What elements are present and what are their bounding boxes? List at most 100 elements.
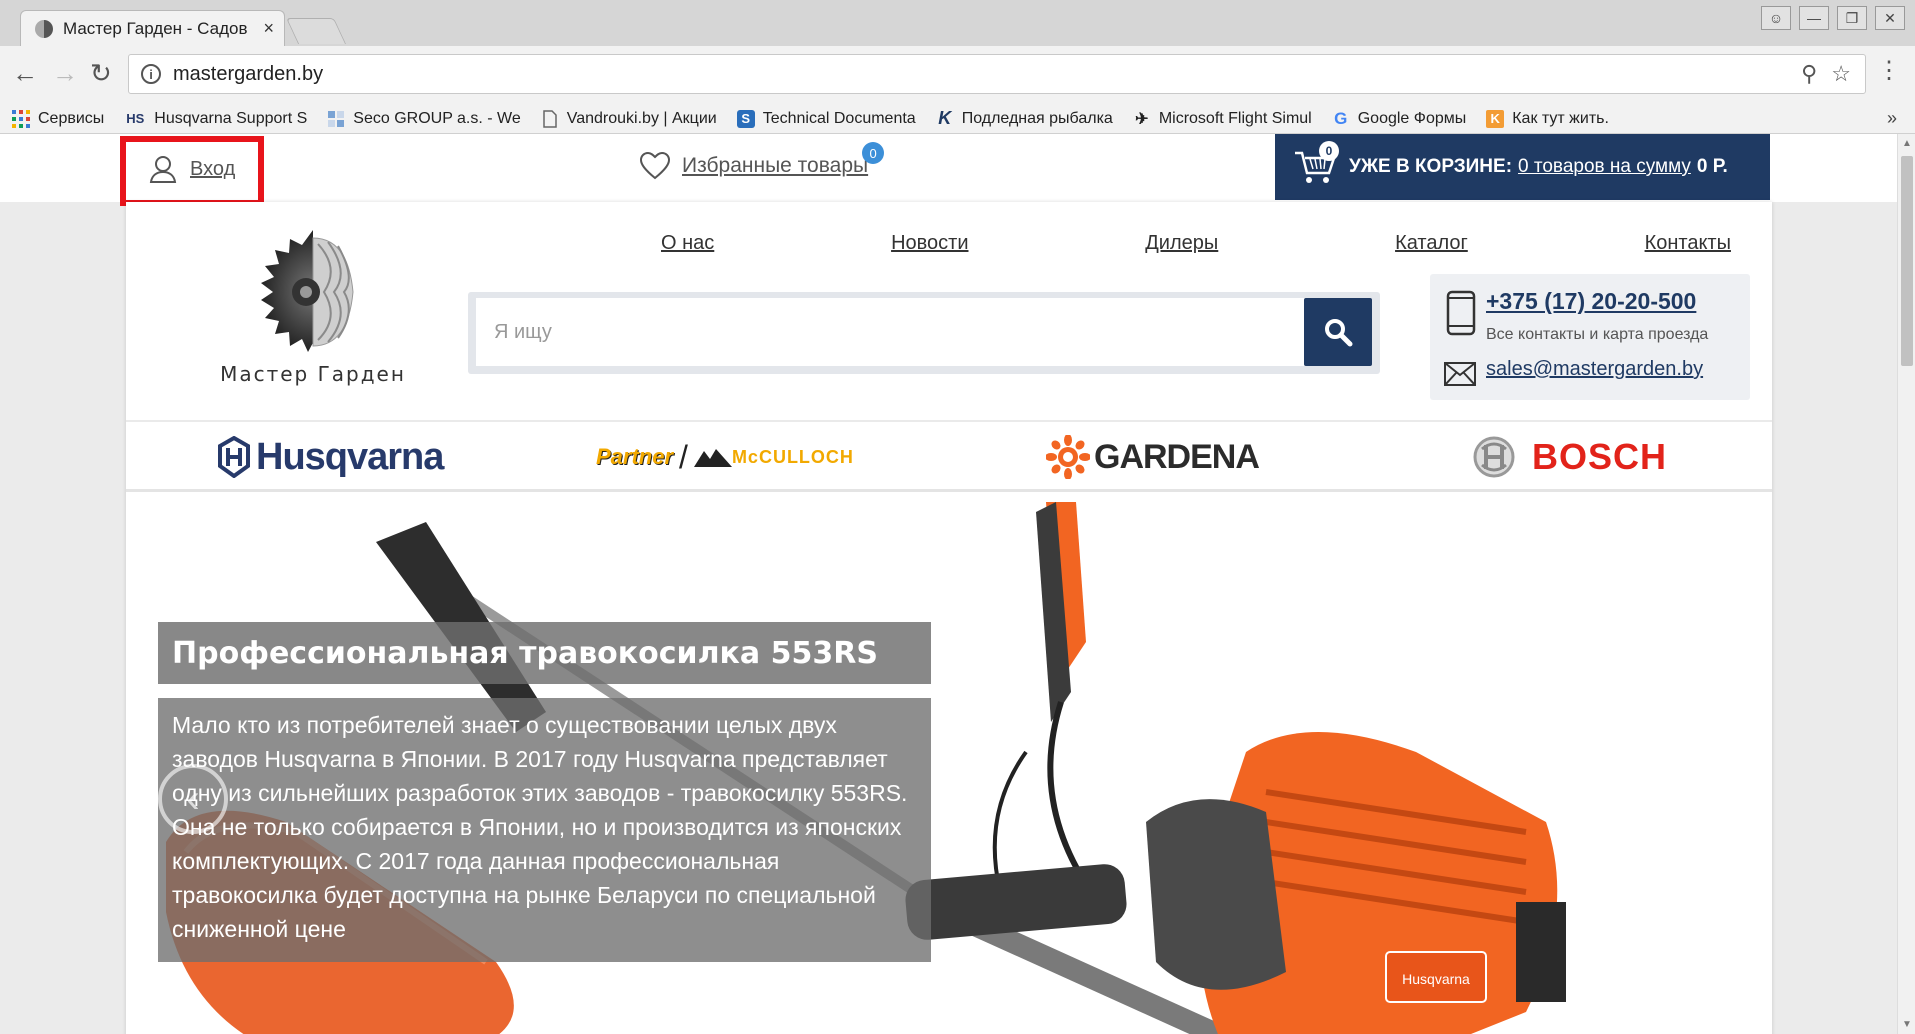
bookmarks-bar: Сервисы HS Husqvarna Support S Seco GROU… — [0, 104, 1915, 134]
phone-icon — [1446, 290, 1476, 336]
bookmark-item[interactable]: S Technical Documenta — [736, 109, 916, 128]
page-viewport: Вход Избранные товары 0 0 УЖЕ В КОРЗИНЕ:… — [0, 134, 1897, 1034]
bookmark-label: Сервисы — [38, 109, 105, 127]
cart-bar[interactable]: 0 УЖЕ В КОРЗИНЕ: 0 товаров на сумму 0 Р. — [1275, 134, 1770, 200]
gardena-flower-icon — [1046, 435, 1090, 479]
bookmark-label: Microsoft Flight Simul — [1158, 109, 1312, 127]
contacts-map-link[interactable]: Все контакты и карта проезда — [1486, 326, 1708, 344]
cart-items-link[interactable]: 0 товаров на сумму — [1518, 156, 1691, 178]
bookmark-label: Husqvarna Support S — [154, 109, 308, 127]
top-strip: Вход Избранные товары 0 0 УЖЕ В КОРЗИНЕ:… — [0, 134, 1897, 206]
favorites-link[interactable]: Избранные товары 0 — [640, 142, 885, 180]
husqvarna-label: Husqvarna — [256, 435, 444, 478]
browser-tab[interactable]: Мастер Гарден - Садов × — [20, 10, 285, 46]
restore-icon[interactable]: ❐ — [1837, 6, 1867, 30]
scroll-down-icon[interactable]: ▼ — [1902, 1019, 1912, 1030]
minimize-icon[interactable]: — — [1799, 6, 1829, 30]
window-controls: ☺ — ❐ ✕ — [1761, 6, 1905, 30]
bookmark-item[interactable]: Vandrouki.by | Акции — [541, 110, 717, 128]
nav-link-contacts[interactable]: Контакты — [1645, 232, 1731, 255]
cart-icon: 0 — [1293, 141, 1339, 189]
gardena-label: GARDENA — [1094, 437, 1260, 476]
search-input[interactable] — [476, 298, 1312, 366]
bosch-armature-icon — [1473, 436, 1515, 478]
back-arrow-icon[interactable]: ← — [12, 60, 38, 86]
phone-link[interactable]: +375 (17) 20-20-500 — [1486, 288, 1696, 315]
favorites-label: Избранные товары — [682, 154, 869, 177]
email-link[interactable]: sales@mastergarden.by — [1486, 358, 1703, 381]
brand-bosch[interactable]: BOSCH — [1472, 432, 1667, 482]
brands-strip: Husqvarna Partner / McCULLOCH GARDENA BO… — [126, 420, 1772, 492]
cart-sum: 0 Р. — [1696, 156, 1728, 177]
browser-menu-icon[interactable]: ⋮ — [1877, 56, 1901, 85]
tab-close-icon[interactable]: × — [263, 18, 274, 39]
brand-husqvarna[interactable]: Husqvarna — [216, 432, 444, 482]
scrollbar-thumb[interactable] — [1901, 156, 1913, 366]
bookmark-item[interactable]: Сервисы — [12, 109, 105, 128]
tab-title: Мастер Гарден - Садов — [63, 18, 248, 38]
bookmark-item[interactable]: G Google Формы — [1332, 108, 1466, 128]
page-scrollbar[interactable]: ▲ ▼ — [1897, 134, 1915, 1034]
bookmark-label: Vandrouki.by | Акции — [566, 109, 717, 127]
bookmark-item[interactable]: K Подледная рыбалка — [936, 108, 1113, 128]
heart-icon — [640, 152, 670, 180]
bookmark-label: Seco GROUP a.s. - We — [353, 109, 521, 127]
hero-title: Профессиональная травокосилка 553RS — [158, 622, 931, 684]
new-tab-button[interactable] — [285, 18, 347, 44]
mail-icon — [1444, 362, 1476, 386]
slider-prev-button[interactable]: ‹ — [158, 764, 228, 834]
nav-link-catalog[interactable]: Каталог — [1395, 232, 1468, 255]
nav-link-about[interactable]: О нас — [661, 232, 714, 255]
site-logo[interactable]: Мастер Гарден — [202, 228, 424, 386]
bookmark-item[interactable]: Seco GROUP a.s. - We — [327, 109, 521, 128]
bosch-label: BOSCH — [1532, 436, 1668, 477]
saw-blade-logo-icon — [261, 230, 373, 354]
browser-toolbar: ← → ↻ i mastergarden.by ⚲ ☆ ⋮ — [0, 46, 1915, 104]
key-icon[interactable]: ⚲ — [1801, 61, 1817, 87]
info-icon[interactable]: i — [141, 64, 161, 84]
seco-icon — [327, 110, 345, 128]
favorites-count-badge: 0 — [862, 142, 885, 164]
bookmark-star-icon[interactable]: ☆ — [1831, 61, 1851, 87]
apps-grid-icon — [12, 109, 30, 128]
site-favicon-icon — [35, 19, 53, 38]
search-icon — [1325, 319, 1353, 347]
scroll-up-icon[interactable]: ▲ — [1902, 138, 1912, 149]
cart-count-badge: 0 — [1319, 141, 1339, 161]
sharepoint-icon: S — [736, 109, 755, 128]
login-highlight-box — [120, 136, 264, 206]
hs-icon: HS — [126, 111, 145, 126]
bookmark-label: Подледная рыбалка — [961, 109, 1113, 127]
bookmark-item[interactable]: ✈ Microsoft Flight Simul — [1133, 110, 1312, 128]
bookmark-label: Technical Documenta — [762, 109, 916, 127]
brand-divider: / — [679, 438, 688, 475]
hero-description: Мало кто из потребителей знает о существ… — [158, 698, 931, 962]
chevron-left-icon: ‹ — [186, 776, 200, 821]
close-window-icon[interactable]: ✕ — [1875, 6, 1905, 30]
k-icon: K — [938, 108, 952, 128]
page-icon — [541, 109, 559, 128]
husqvarna-crown-icon — [218, 436, 250, 478]
forward-arrow-icon[interactable]: → — [52, 60, 78, 86]
search-box — [468, 292, 1380, 374]
nav-link-news[interactable]: Новости — [891, 232, 968, 255]
plane-icon: ✈ — [1135, 110, 1149, 128]
hero-slider: Husqvarna Профессиональная травокосилка … — [126, 492, 1772, 1034]
logo-text: Мастер Гарден — [220, 362, 406, 386]
reload-icon[interactable]: ↻ — [90, 60, 112, 86]
nav-link-dealers[interactable]: Дилеры — [1145, 232, 1218, 255]
profile-icon[interactable]: ☺ — [1761, 6, 1791, 30]
brand-gardena[interactable]: GARDENA — [1046, 432, 1260, 482]
k-orange-icon: K — [1486, 109, 1505, 128]
url-text[interactable]: mastergarden.by — [173, 63, 1801, 86]
brand-partner-mcculloch[interactable]: Partner / McCULLOCH — [596, 432, 854, 482]
bookmark-item[interactable]: HS Husqvarna Support S — [124, 110, 307, 128]
main-nav: О нас Новости Дилеры Каталог Контакты — [661, 232, 1731, 255]
search-button[interactable] — [1304, 298, 1372, 366]
bookmark-item[interactable]: K Как тут жить. — [1486, 109, 1609, 128]
mcculloch-mountain-icon — [693, 449, 732, 467]
partner-label: Partner — [596, 444, 674, 469]
google-icon: G — [1334, 108, 1348, 128]
address-bar[interactable]: i mastergarden.by ⚲ ☆ — [128, 54, 1866, 94]
bookmarks-more-icon[interactable]: » — [1887, 108, 1897, 129]
